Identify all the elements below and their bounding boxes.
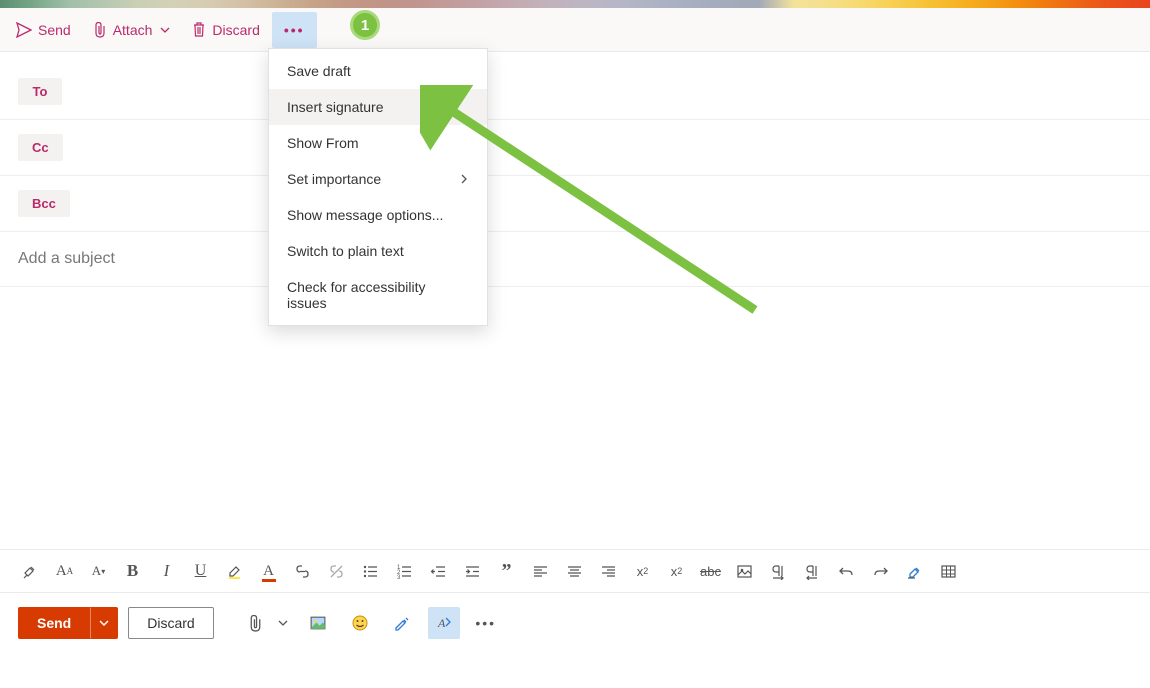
chevron-down-icon xyxy=(99,618,109,628)
attach-more-icon[interactable] xyxy=(274,607,292,639)
send-button-top[interactable]: Send xyxy=(6,12,81,48)
underline-icon[interactable]: U xyxy=(184,555,217,587)
emoji-icon[interactable] xyxy=(344,607,376,639)
annotation-badge-1: 1 xyxy=(350,10,380,40)
menu-item-label: Switch to plain text xyxy=(287,243,404,259)
menu-item-label: Set importance xyxy=(287,171,381,187)
to-row[interactable]: To xyxy=(0,64,1150,120)
menu-item-label: Save draft xyxy=(287,63,351,79)
menu-insert-signature[interactable]: Insert signature xyxy=(269,89,487,125)
more-actions-dropdown: Save draft Insert signature Show From Se… xyxy=(268,48,488,326)
align-right-icon[interactable] xyxy=(592,555,625,587)
compose-toolbar: Send Attach Discard ••• xyxy=(0,8,1150,52)
discard-label: Discard xyxy=(212,22,259,38)
send-icon xyxy=(16,22,32,38)
bcc-chip[interactable]: Bcc xyxy=(18,190,70,217)
subject-row xyxy=(0,232,1150,287)
attach-action-icon[interactable] xyxy=(240,607,272,639)
message-body[interactable] xyxy=(0,287,1150,549)
attach-button-top[interactable]: Attach xyxy=(83,12,181,48)
subscript-icon[interactable]: x2 xyxy=(660,555,693,587)
attach-label: Attach xyxy=(113,22,153,38)
italic-icon[interactable]: I xyxy=(150,555,183,587)
highlight-icon[interactable] xyxy=(218,555,251,587)
align-left-icon[interactable] xyxy=(524,555,557,587)
discard-button[interactable]: Discard xyxy=(128,607,213,639)
bullets-icon[interactable] xyxy=(354,555,387,587)
format-painter-icon[interactable] xyxy=(14,555,47,587)
quote-icon[interactable]: ” xyxy=(490,555,523,587)
show-formatting-icon[interactable]: A xyxy=(428,607,460,639)
subject-input[interactable] xyxy=(18,250,1132,268)
menu-accessibility[interactable]: Check for accessibility issues xyxy=(269,269,487,321)
cc-chip[interactable]: Cc xyxy=(18,134,63,161)
compose-area: To Cc Bcc xyxy=(0,52,1150,549)
formatting-toolbar: AA A▾ B I U A 123 ” x2 x2 abc xyxy=(0,549,1150,593)
menu-item-label: Show message options... xyxy=(287,207,443,223)
menu-switch-plain-text[interactable]: Switch to plain text xyxy=(269,233,487,269)
superscript-icon[interactable]: x2 xyxy=(626,555,659,587)
menu-show-from[interactable]: Show From xyxy=(269,125,487,161)
svg-text:3: 3 xyxy=(397,575,401,580)
bold-icon[interactable]: B xyxy=(116,555,149,587)
discard-button-top[interactable]: Discard xyxy=(182,12,269,48)
menu-show-message-options[interactable]: Show message options... xyxy=(269,197,487,233)
bcc-row[interactable]: Bcc xyxy=(0,176,1150,232)
align-center-icon[interactable] xyxy=(558,555,591,587)
to-chip[interactable]: To xyxy=(18,78,62,105)
send-split-button: Send xyxy=(18,607,118,639)
window-accent-bar xyxy=(0,0,1150,8)
menu-save-draft[interactable]: Save draft xyxy=(269,53,487,89)
svg-text:A: A xyxy=(437,616,446,630)
ltr-icon[interactable] xyxy=(762,555,795,587)
menu-item-label: Insert signature xyxy=(287,99,384,115)
font-size-increase-icon[interactable]: AA xyxy=(48,555,81,587)
clear-formatting-icon[interactable] xyxy=(898,555,931,587)
outdent-icon[interactable] xyxy=(422,555,455,587)
font-color-icon[interactable]: A xyxy=(252,555,285,587)
undo-icon[interactable] xyxy=(830,555,863,587)
more-actions-button[interactable]: ••• xyxy=(272,12,317,48)
ink-icon[interactable] xyxy=(386,607,418,639)
table-icon[interactable] xyxy=(932,555,965,587)
numbering-icon[interactable]: 123 xyxy=(388,555,421,587)
redo-icon[interactable] xyxy=(864,555,897,587)
ellipsis-icon: ••• xyxy=(284,22,305,38)
send-options-button[interactable] xyxy=(90,607,118,639)
badge-number: 1 xyxy=(361,17,369,34)
action-bar: Send Discard A ••• xyxy=(0,593,1150,653)
strikethrough-icon[interactable]: abc xyxy=(694,555,727,587)
picture-action-icon[interactable] xyxy=(302,607,334,639)
more-action-icon[interactable]: ••• xyxy=(470,607,502,639)
send-button[interactable]: Send xyxy=(18,607,90,639)
insert-picture-icon[interactable] xyxy=(728,555,761,587)
font-size-decrease-icon[interactable]: A▾ xyxy=(82,555,115,587)
chevron-right-icon xyxy=(459,174,469,184)
trash-icon xyxy=(192,22,206,38)
indent-icon[interactable] xyxy=(456,555,489,587)
menu-item-label: Check for accessibility issues xyxy=(287,279,469,311)
link-icon[interactable] xyxy=(286,555,319,587)
menu-item-label: Show From xyxy=(287,135,359,151)
rtl-icon[interactable] xyxy=(796,555,829,587)
send-label: Send xyxy=(38,22,71,38)
menu-set-importance[interactable]: Set importance xyxy=(269,161,487,197)
unlink-icon[interactable] xyxy=(320,555,353,587)
cc-row[interactable]: Cc xyxy=(0,120,1150,176)
chevron-down-icon xyxy=(160,25,170,35)
paperclip-icon xyxy=(93,22,107,38)
